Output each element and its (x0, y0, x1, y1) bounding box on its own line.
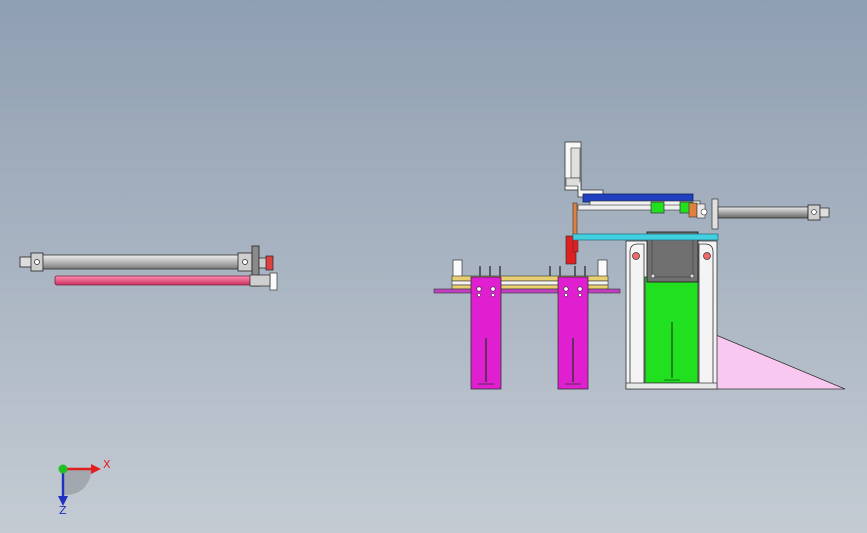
cad-viewport[interactable]: X Z (0, 0, 867, 533)
triad-rotation-arc (63, 469, 92, 496)
assembly-drawing[interactable]: X Z (0, 0, 867, 533)
green-slider-block (650, 201, 665, 214)
main-frame[interactable] (625, 231, 846, 390)
x-axis-label: X (103, 458, 111, 471)
left-cylinder-end-cap (19, 256, 33, 268)
bench-purple-rail (433, 288, 621, 294)
frame-hole-right (703, 252, 711, 260)
bench-white-post-left (452, 259, 463, 278)
bench-leg-right (557, 276, 589, 390)
left-cylinder-barrel (42, 254, 240, 270)
bench-white-post-right (597, 259, 608, 278)
left-cylinder-assembly[interactable] (19, 245, 278, 291)
left-cylinder-front-port (242, 259, 248, 265)
left-cylinder-port (34, 259, 40, 265)
right-cylinder-barrel (717, 206, 809, 219)
z-axis-label: Z (59, 504, 67, 517)
orange-vertical-arm (572, 202, 578, 238)
left-cylinder-white-clamp (269, 272, 278, 291)
conveyor-bench[interactable] (433, 259, 621, 390)
left-guide-rod-end (249, 274, 271, 287)
pink-wedge-ramp (715, 334, 846, 390)
left-guide-rod (54, 275, 256, 286)
white-bracket (564, 141, 604, 198)
frame-base-plate (625, 382, 718, 390)
right-cylinder-flange (711, 198, 719, 230)
coordinate-triad: X Z (58, 458, 111, 517)
bench-pins (479, 266, 586, 277)
frame-hole-left (632, 252, 640, 260)
left-cylinder-red-tip (265, 255, 274, 271)
bench-leg-left (470, 276, 502, 390)
cyan-crossbar (572, 233, 719, 241)
y-axis-origin-dot (58, 464, 68, 474)
right-cylinder-cap (819, 207, 830, 218)
orange-joint (688, 202, 698, 218)
x-axis-arrowhead (91, 464, 101, 474)
